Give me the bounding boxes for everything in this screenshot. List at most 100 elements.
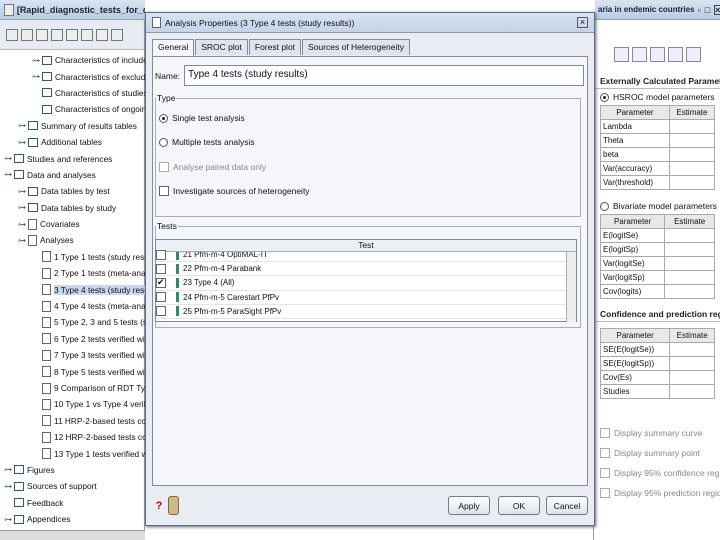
expand-handle-icon[interactable]: ⊶	[32, 72, 42, 81]
expand-handle-icon[interactable]: ⊶	[18, 220, 28, 229]
dialog-close-icon[interactable]: ×	[577, 17, 588, 28]
expand-handle-icon[interactable]: ⊶	[4, 465, 14, 474]
tools-icon[interactable]	[96, 28, 108, 41]
move-up-icon[interactable]	[66, 28, 78, 41]
param-estimate-cell[interactable]	[664, 256, 715, 271]
display-option[interactable]: Display summary point	[594, 443, 720, 463]
single-test-radio-dot[interactable]	[159, 113, 168, 123]
tree-item[interactable]: 12 HRP-2-based tests comp	[0, 429, 145, 445]
apply-button[interactable]: Apply	[448, 496, 490, 515]
test-checkbox[interactable]	[156, 306, 166, 317]
export-icon[interactable]	[685, 46, 701, 62]
test-row[interactable]: 22 Pfm-m-4 Parabank	[156, 262, 576, 277]
tree-item[interactable]: ⊶ Covariates	[0, 216, 145, 232]
bivariate-radio-dot[interactable]	[600, 201, 609, 211]
move-down-icon[interactable]	[81, 28, 93, 41]
edit-icon[interactable]	[21, 28, 33, 41]
ok-button[interactable]: OK	[498, 496, 540, 515]
test-checkbox[interactable]	[156, 292, 166, 303]
minimize-icon[interactable]: ▫	[697, 5, 700, 15]
param-estimate-cell[interactable]	[664, 228, 715, 243]
param-estimate-cell[interactable]	[668, 119, 716, 134]
display-option-check[interactable]	[600, 488, 610, 498]
tree-item[interactable]: 13 Type 1 tests verified with I	[0, 445, 145, 461]
tree-item[interactable]: ⊶ Characteristics of included s	[0, 52, 145, 68]
expand-handle-icon[interactable]: ⊶	[18, 121, 28, 130]
display-option-check[interactable]	[600, 448, 610, 458]
test-checkbox[interactable]	[156, 249, 166, 260]
notes-button[interactable]	[168, 496, 179, 515]
test-row[interactable]: 23 Type 4 (All)	[156, 276, 576, 291]
tree-item[interactable]: ⊶ Appendices	[0, 511, 145, 527]
help-button[interactable]: ?	[152, 496, 166, 515]
display-option[interactable]: Display 95% confidence region	[594, 463, 720, 483]
tree-item[interactable]: Feedback	[0, 495, 145, 511]
test-checkbox[interactable]	[156, 263, 166, 274]
tree-item[interactable]: ⊶ Sources of support	[0, 478, 145, 494]
param-estimate-cell[interactable]	[664, 284, 715, 299]
maximize-icon[interactable]: □	[705, 5, 710, 15]
tree-item[interactable]: 9 Comparison of RDT Types	[0, 380, 145, 396]
tab-sources-of-heterogeneity[interactable]: Sources of Heterogeneity	[302, 39, 410, 55]
copy-icon[interactable]	[631, 46, 647, 62]
single-test-radio[interactable]: Single test analysis	[159, 113, 245, 123]
expand-handle-icon[interactable]: ⊶	[4, 170, 14, 179]
tab-sroc-plot[interactable]: SROC plot	[195, 39, 248, 55]
display-option[interactable]: Display 95% prediction region	[594, 483, 720, 503]
test-row[interactable]: 24 Pfm-m-5 Carestart PfPv	[156, 291, 576, 305]
tree-item[interactable]: ⊶ Analyses	[0, 232, 145, 248]
tree-item[interactable]: ⊶ Data tables by test	[0, 183, 145, 199]
expand-handle-icon[interactable]: ⊶	[18, 203, 28, 212]
tree-item[interactable]: ⊶ Figures	[0, 462, 145, 478]
param-estimate-cell[interactable]	[668, 161, 716, 176]
tree-item[interactable]: ⊶ Data and analyses	[0, 167, 145, 183]
param-estimate-cell[interactable]	[668, 133, 716, 148]
display-option-check[interactable]	[600, 428, 610, 438]
tree-item[interactable]: ⊶ Characteristics of excluded s	[0, 68, 145, 84]
expand-handle-icon[interactable]: ⊶	[4, 515, 14, 524]
tree-item[interactable]: 6 Type 2 tests verified with m	[0, 331, 145, 347]
properties-icon[interactable]	[36, 28, 48, 41]
expand-handle-icon[interactable]: ⊶	[4, 482, 14, 491]
param-estimate-cell[interactable]	[669, 342, 715, 357]
chart-icon[interactable]	[111, 28, 123, 41]
tree-item[interactable]: Characteristics of ongoing st	[0, 101, 145, 117]
close-window-icon[interactable]: ×	[714, 4, 720, 15]
tree-item[interactable]: 8 Type 5 tests verified with m	[0, 363, 145, 379]
plot-icon[interactable]	[613, 46, 629, 62]
hsroc-radio[interactable]: HSROC model parameters	[594, 89, 720, 105]
tree-item[interactable]: Characteristics of studies aw	[0, 85, 145, 101]
test-checkbox[interactable]	[156, 277, 166, 288]
tree-item[interactable]: 1 Type 1 tests (study results)	[0, 249, 145, 265]
param-estimate-cell[interactable]	[669, 356, 715, 371]
tree-item[interactable]: 10 Type 1 vs Type 4 verified v	[0, 396, 145, 412]
chart-type-icon[interactable]	[667, 46, 683, 62]
expand-handle-icon[interactable]: ⊶	[18, 236, 28, 245]
expand-handle-icon[interactable]: ⊶	[18, 187, 28, 196]
param-estimate-cell[interactable]	[668, 147, 716, 162]
tree-item[interactable]: ⊶ Additional tables	[0, 134, 145, 150]
expand-handle-icon[interactable]: ⊶	[32, 56, 42, 65]
expand-handle-icon[interactable]: ⊶	[18, 138, 28, 147]
tab-general[interactable]: General	[152, 39, 195, 56]
tree-item[interactable]: ⊶ Data tables by study	[0, 200, 145, 216]
display-option[interactable]: Display summary curve	[594, 423, 720, 443]
paired-data-checkbox[interactable]: Analyse paired data only	[159, 162, 266, 172]
tree-item[interactable]: 4 Type 4 tests (meta-analysis	[0, 298, 145, 314]
multiple-tests-radio-dot[interactable]	[159, 137, 168, 147]
tree-item[interactable]: 11 HRP-2-based tests comp	[0, 413, 145, 429]
tree-item[interactable]: 3 Type 4 tests (study results)	[0, 281, 145, 297]
link-icon[interactable]	[51, 28, 63, 41]
param-estimate-cell[interactable]	[664, 242, 715, 257]
tests-scrollbar[interactable]	[566, 252, 576, 322]
name-input[interactable]: Type 4 tests (study results)	[184, 65, 585, 86]
param-estimate-cell[interactable]	[668, 175, 716, 190]
tree-item[interactable]: 7 Type 3 tests verified with m	[0, 347, 145, 363]
hsroc-radio-dot[interactable]	[600, 92, 609, 102]
paired-data-check[interactable]	[159, 162, 169, 172]
new-icon[interactable]	[6, 28, 18, 41]
cancel-button[interactable]: Cancel	[546, 496, 588, 515]
heterogeneity-checkbox[interactable]: Investigate sources of heterogeneity	[159, 186, 310, 196]
heterogeneity-check[interactable]	[159, 186, 169, 196]
param-estimate-cell[interactable]	[664, 270, 715, 285]
